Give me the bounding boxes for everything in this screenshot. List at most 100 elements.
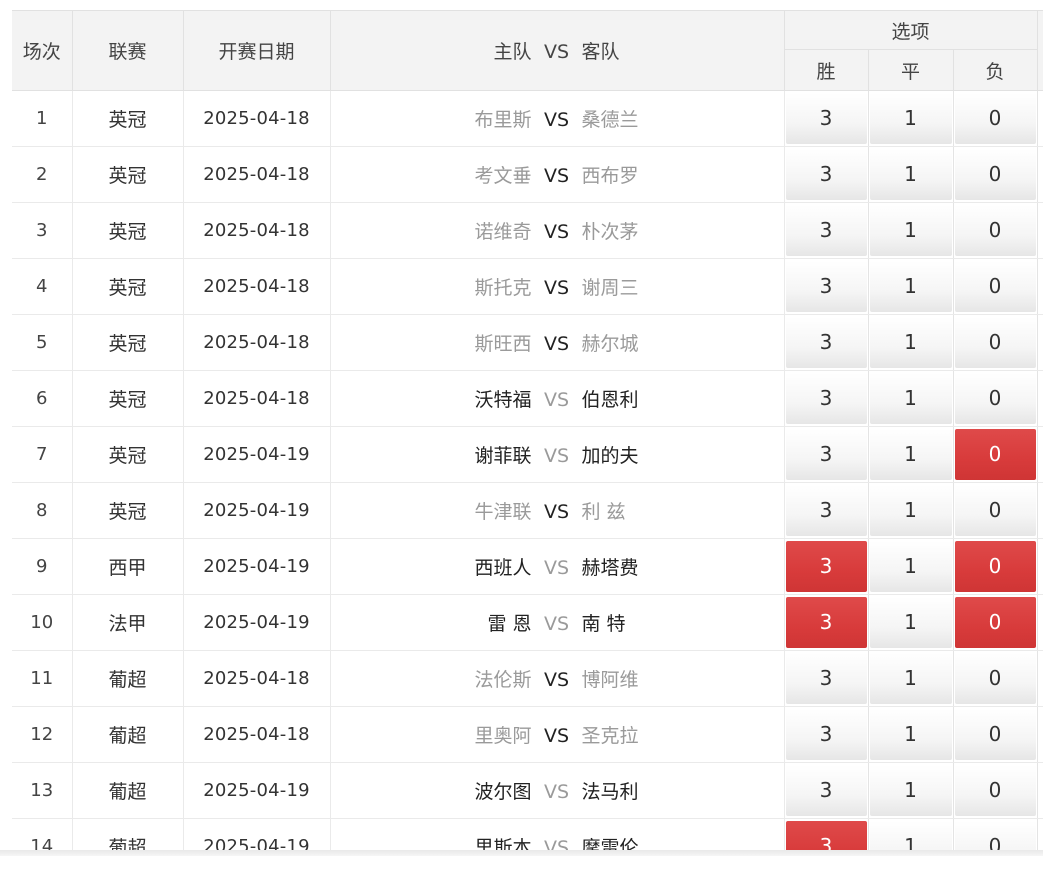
vs-label: VS <box>543 221 570 243</box>
table-row: 13 葡超 2025-04-19 波尔图 VS 法马利 3 1 0 <box>12 762 1043 819</box>
away-team: 桑德兰 <box>581 109 639 131</box>
option-win-button[interactable]: 3 <box>785 429 867 480</box>
option-draw-cell: 1 <box>868 538 954 595</box>
option-win-button[interactable]: 3 <box>785 261 867 312</box>
option-loss-button[interactable]: 0 <box>954 597 1036 648</box>
league-name: 葡超 <box>72 706 184 763</box>
option-win-button[interactable]: 3 <box>785 93 867 144</box>
option-win-button[interactable]: 3 <box>785 485 867 536</box>
option-loss-cell: 0 <box>953 538 1038 595</box>
option-loss-button[interactable]: 0 <box>954 205 1036 256</box>
vs-label: VS <box>543 781 570 803</box>
match-date: 2025-04-18 <box>183 90 331 147</box>
away-team: 朴次茅 <box>581 221 639 243</box>
match-number: 14 <box>12 818 73 850</box>
option-win-button[interactable]: 3 <box>785 373 867 424</box>
teams-cell: 牛津联 VS 利 兹 <box>330 482 785 539</box>
option-win-button[interactable]: 3 <box>785 541 867 592</box>
match-date: 2025-04-18 <box>183 314 331 371</box>
option-draw-button[interactable]: 1 <box>869 765 952 816</box>
option-loss-button[interactable]: 0 <box>954 261 1036 312</box>
header-home: 主队 <box>493 41 532 63</box>
option-win-button[interactable]: 3 <box>785 597 867 648</box>
option-win-button[interactable]: 3 <box>785 821 867 850</box>
option-draw-button[interactable]: 1 <box>869 205 952 256</box>
league-name: 法甲 <box>72 594 184 651</box>
option-loss-button[interactable]: 0 <box>954 317 1036 368</box>
option-loss-button[interactable]: 0 <box>954 149 1036 200</box>
table-row: 6 英冠 2025-04-18 沃特福 VS 伯恩利 3 1 0 <box>12 370 1043 427</box>
option-win-button[interactable]: 3 <box>785 709 867 760</box>
option-draw-button[interactable]: 1 <box>869 541 952 592</box>
option-loss-cell: 0 <box>953 762 1038 819</box>
teams-cell: 雷 恩 VS 南 特 <box>330 594 785 651</box>
away-team: 摩雷伦 <box>581 837 639 850</box>
option-win-cell: 3 <box>784 762 869 819</box>
option-win-cell: 3 <box>784 818 869 850</box>
option-draw-cell: 1 <box>868 258 954 315</box>
league-name: 英冠 <box>72 202 184 259</box>
option-draw-button[interactable]: 1 <box>869 653 952 704</box>
away-team: 加的夫 <box>581 445 639 467</box>
option-draw-button[interactable]: 1 <box>869 93 952 144</box>
option-loss-cell: 0 <box>953 426 1038 483</box>
option-win-button[interactable]: 3 <box>785 653 867 704</box>
option-loss-button[interactable]: 0 <box>954 653 1036 704</box>
option-draw-button[interactable]: 1 <box>869 317 952 368</box>
option-loss-button[interactable]: 0 <box>954 765 1036 816</box>
option-win-cell: 3 <box>784 538 869 595</box>
extra-cell <box>1037 482 1043 539</box>
teams-cell: 里斯本 VS 摩雷伦 <box>330 818 785 850</box>
table-header: 场次 联赛 开赛日期 主队 VS 客队 选项 胜 平 负 <box>12 10 1043 91</box>
league-name: 葡超 <box>72 818 184 850</box>
option-win-cell: 3 <box>784 482 869 539</box>
match-number: 9 <box>12 538 73 595</box>
option-draw-button[interactable]: 1 <box>869 709 952 760</box>
league-name: 英冠 <box>72 482 184 539</box>
option-draw-cell: 1 <box>868 314 954 371</box>
option-draw-button[interactable]: 1 <box>869 485 952 536</box>
option-draw-button[interactable]: 1 <box>869 429 952 480</box>
extra-cell <box>1037 202 1043 259</box>
option-win-button[interactable]: 3 <box>785 205 867 256</box>
home-team: 谢菲联 <box>474 445 532 467</box>
league-name: 英冠 <box>72 370 184 427</box>
option-win-button[interactable]: 3 <box>785 149 867 200</box>
option-loss-button[interactable]: 0 <box>954 429 1036 480</box>
option-draw-button[interactable]: 1 <box>869 597 952 648</box>
home-team: 牛津联 <box>474 501 532 523</box>
vs-label: VS <box>543 333 570 355</box>
option-draw-button[interactable]: 1 <box>869 261 952 312</box>
option-loss-button[interactable]: 0 <box>954 485 1036 536</box>
home-team: 里斯本 <box>474 837 532 850</box>
home-team: 法伦斯 <box>474 669 532 691</box>
option-draw-button[interactable]: 1 <box>869 149 952 200</box>
option-draw-button[interactable]: 1 <box>869 821 952 850</box>
teams-cell: 里奥阿 VS 圣克拉 <box>330 706 785 763</box>
extra-cell <box>1037 818 1043 850</box>
match-date: 2025-04-19 <box>183 426 331 483</box>
option-loss-button[interactable]: 0 <box>954 373 1036 424</box>
extra-cell <box>1037 538 1043 595</box>
option-win-button[interactable]: 3 <box>785 765 867 816</box>
header-opt-win: 胜 <box>784 49 869 91</box>
option-win-cell: 3 <box>784 90 869 147</box>
option-loss-button[interactable]: 0 <box>954 541 1036 592</box>
header-index: 场次 <box>12 10 73 91</box>
home-team: 考文垂 <box>474 165 532 187</box>
home-team: 布里斯 <box>474 109 532 131</box>
option-loss-button[interactable]: 0 <box>954 709 1036 760</box>
option-loss-cell: 0 <box>953 482 1038 539</box>
vs-label: VS <box>543 501 570 523</box>
option-draw-button[interactable]: 1 <box>869 373 952 424</box>
match-date: 2025-04-19 <box>183 818 331 850</box>
away-team: 西布罗 <box>581 165 639 187</box>
teams-cell: 诺维奇 VS 朴次茅 <box>330 202 785 259</box>
option-loss-cell: 0 <box>953 370 1038 427</box>
vs-label: VS <box>543 837 570 850</box>
option-win-button[interactable]: 3 <box>785 317 867 368</box>
option-loss-button[interactable]: 0 <box>954 93 1036 144</box>
option-loss-button[interactable]: 0 <box>954 821 1036 850</box>
option-draw-cell: 1 <box>868 818 954 850</box>
option-win-cell: 3 <box>784 146 869 203</box>
